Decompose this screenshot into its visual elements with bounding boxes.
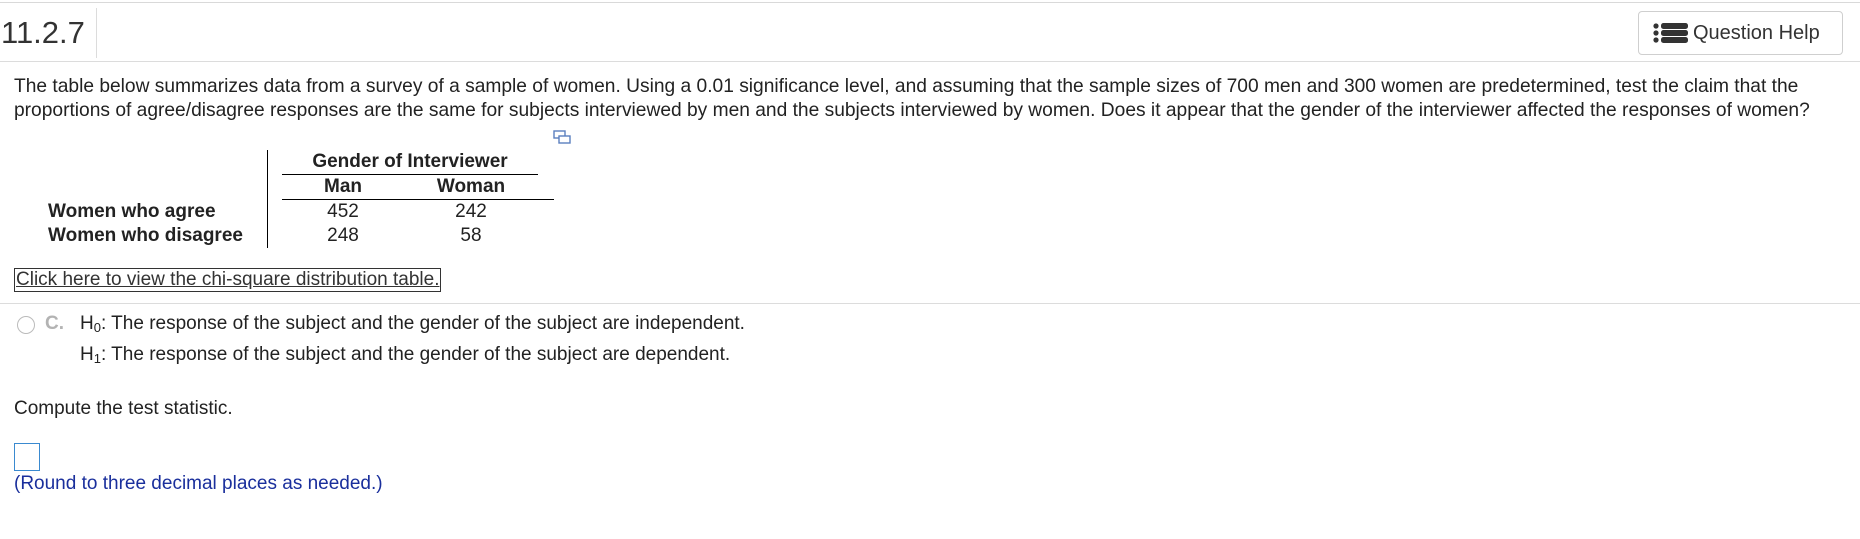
table-row: Women who agree 452 242 — [48, 199, 554, 224]
table-cell: 242 — [455, 201, 487, 222]
table-cell: 248 — [327, 225, 359, 246]
column-header-man: Man — [282, 174, 404, 200]
alternative-hypothesis-text: : The response of the subject and the ge… — [100, 344, 731, 365]
table-cell: 452 — [327, 201, 359, 222]
question-header: 11.2.7 Question Help — [0, 3, 1860, 62]
null-hypothesis: H0: The response of the subject and the … — [80, 313, 745, 335]
option-c-radio[interactable] — [17, 316, 35, 334]
answer-hint: (Round to three decimal places as needed… — [14, 473, 383, 494]
list-icon — [1653, 22, 1689, 44]
option-letter: C. — [45, 313, 64, 334]
answer-input[interactable] — [14, 443, 40, 471]
table-row: Women who disagree 248 58 — [48, 224, 554, 248]
alternative-hypothesis: H1: The response of the subject and the … — [80, 344, 731, 366]
null-hypothesis-text: : The response of the subject and the ge… — [100, 313, 745, 334]
row-label: Women who disagree — [48, 225, 243, 246]
section-divider — [0, 303, 1860, 304]
contingency-table: Gender of Interviewer Man Woman Women wh… — [48, 150, 554, 248]
chi-square-table-link[interactable]: Click here to view the chi-square distri… — [14, 268, 442, 292]
table-cell: 58 — [460, 225, 482, 246]
question-number: 11.2.7 — [0, 8, 97, 58]
row-label: Women who agree — [48, 200, 216, 222]
compute-prompt: Compute the test statistic. — [14, 398, 233, 419]
popout-icon[interactable] — [553, 130, 571, 144]
question-help-label: Question Help — [1693, 21, 1820, 44]
question-help-button[interactable]: Question Help — [1638, 11, 1843, 55]
group-header: Gender of Interviewer — [282, 150, 538, 175]
question-prompt: The table below summarizes data from a s… — [14, 76, 1810, 121]
column-header-woman: Woman — [404, 174, 538, 200]
